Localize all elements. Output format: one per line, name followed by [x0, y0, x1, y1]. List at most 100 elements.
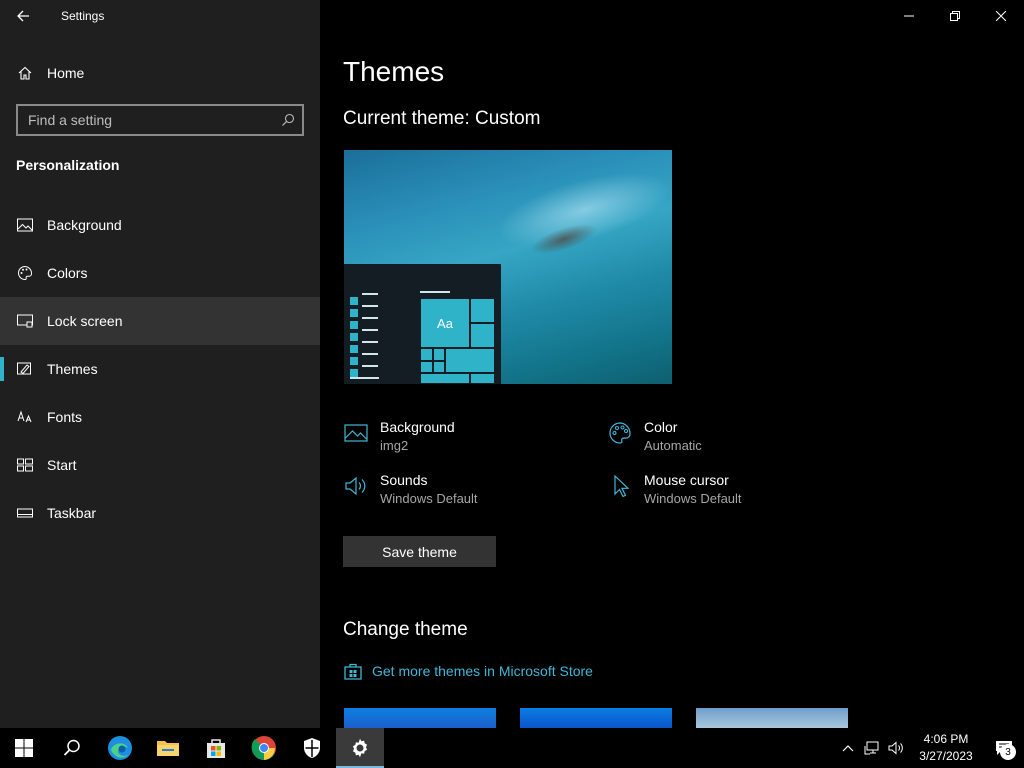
taskbar-icon	[17, 505, 33, 521]
sidebar-item-colors[interactable]: Colors	[0, 249, 320, 297]
property-value: Automatic	[644, 438, 702, 453]
minimize-icon	[904, 15, 914, 17]
sidebar-item-label: Start	[47, 457, 77, 473]
sidebar-item-lock-screen[interactable]: Lock screen	[0, 297, 320, 345]
property-label: Sounds	[380, 472, 428, 488]
theme-thumbnail-3[interactable]	[696, 708, 848, 728]
palette-icon	[17, 265, 33, 281]
image-icon	[17, 217, 33, 233]
title-bar: Settings	[0, 0, 320, 32]
property-color[interactable]: Color Automatic	[607, 418, 702, 456]
search-icon	[63, 739, 80, 756]
chevron-up-icon	[842, 745, 854, 752]
window-controls	[886, 0, 1024, 32]
sidebar-item-label: Fonts	[47, 409, 83, 425]
preview-wave	[489, 157, 672, 263]
app-title: Settings	[61, 9, 105, 23]
microsoft-store-button[interactable]	[192, 728, 240, 768]
network-icon	[864, 741, 879, 755]
theme-preview: Aa	[344, 150, 672, 384]
sidebar-item-label: Themes	[47, 361, 98, 377]
property-label: Background	[380, 419, 455, 435]
image-icon	[343, 420, 369, 446]
sidebar-item-label: Colors	[47, 265, 88, 281]
system-tray: 4:06 PM 3/27/2023 3	[836, 728, 1024, 768]
windows-logo-icon	[15, 739, 33, 757]
property-label: Color	[644, 419, 678, 435]
property-value: img2	[380, 438, 409, 453]
edge-button[interactable]	[96, 728, 144, 768]
home-icon	[17, 65, 33, 81]
themes-brush-icon	[17, 361, 33, 377]
back-button[interactable]	[0, 0, 46, 32]
volume-button[interactable]	[884, 728, 908, 768]
back-arrow-icon	[17, 10, 29, 22]
settings-sidebar: Settings Home Personalization Background	[0, 0, 320, 728]
close-icon	[996, 11, 1006, 21]
property-mouse-cursor[interactable]: Mouse cursor Windows Default	[607, 471, 742, 509]
theme-thumbnail-1[interactable]	[344, 708, 496, 728]
theme-thumbnail-2[interactable]	[520, 708, 672, 728]
restore-button[interactable]	[932, 0, 978, 32]
search-input[interactable]	[18, 112, 274, 128]
speaker-icon	[343, 473, 369, 499]
start-icon	[17, 457, 33, 473]
sidebar-item-label: Lock screen	[47, 313, 123, 329]
property-value: Windows Default	[644, 491, 742, 506]
fonts-icon	[17, 409, 33, 425]
volume-icon	[888, 741, 903, 755]
sidebar-nav: Background Colors Lock screen Themes Fon…	[0, 201, 320, 537]
save-theme-button[interactable]: Save theme	[343, 536, 496, 567]
store-link-label: Get more themes in Microsoft Store	[372, 663, 593, 679]
notification-count-badge: 3	[1000, 744, 1016, 760]
sidebar-item-fonts[interactable]: Fonts	[0, 393, 320, 441]
security-icon	[304, 738, 320, 758]
edge-icon	[108, 736, 132, 760]
close-button[interactable]	[978, 0, 1024, 32]
taskbar: 4:06 PM 3/27/2023 3	[0, 728, 1024, 768]
taskbar-search-button[interactable]	[48, 728, 96, 768]
home-label: Home	[47, 65, 85, 81]
clock-time: 4:06 PM	[923, 732, 969, 746]
network-button[interactable]	[860, 728, 884, 768]
property-sounds[interactable]: Sounds Windows Default	[343, 471, 478, 509]
search-box	[16, 104, 304, 136]
sidebar-item-taskbar[interactable]: Taskbar	[0, 489, 320, 537]
current-theme-heading: Current theme: Custom	[343, 108, 541, 129]
sidebar-item-label: Taskbar	[47, 505, 97, 521]
sidebar-item-label: Background	[47, 217, 122, 233]
minimize-button[interactable]	[886, 0, 932, 32]
microsoft-store-link[interactable]: Get more themes in Microsoft Store	[343, 661, 593, 681]
windows-security-button[interactable]	[288, 728, 336, 768]
settings-icon	[352, 738, 368, 758]
chrome-button[interactable]	[240, 728, 288, 768]
palette-icon	[607, 420, 633, 446]
preview-tile-large: Aa	[420, 298, 470, 348]
taskbar-clock[interactable]: 4:06 PM 3/27/2023	[908, 731, 984, 765]
start-button[interactable]	[0, 728, 48, 768]
restore-icon	[950, 11, 960, 21]
action-center-button[interactable]: 3	[984, 728, 1024, 768]
main-content: Themes Current theme: Custom Aa Backgrou…	[320, 0, 1024, 728]
search-button[interactable]	[274, 106, 302, 134]
page-title: Themes	[343, 56, 445, 87]
property-label: Mouse cursor	[644, 472, 729, 488]
chrome-icon	[251, 736, 276, 761]
show-hidden-icons-button[interactable]	[836, 728, 860, 768]
sidebar-item-start[interactable]: Start	[0, 441, 320, 489]
property-value: Windows Default	[380, 491, 478, 506]
change-theme-heading: Change theme	[343, 619, 468, 640]
microsoft-store-icon	[207, 739, 225, 758]
clock-date: 3/27/2023	[919, 749, 973, 763]
sidebar-item-themes[interactable]: Themes	[0, 345, 320, 393]
sidebar-item-background[interactable]: Background	[0, 201, 320, 249]
file-explorer-icon	[157, 741, 179, 756]
sidebar-item-home[interactable]: Home	[0, 56, 320, 90]
property-background[interactable]: Background img2	[343, 418, 455, 456]
cursor-icon	[607, 473, 633, 499]
store-bag-icon	[343, 661, 363, 681]
search-icon	[282, 113, 295, 126]
preview-tile-label: Aa	[437, 315, 453, 331]
settings-button[interactable]	[336, 728, 384, 768]
file-explorer-button[interactable]	[144, 728, 192, 768]
